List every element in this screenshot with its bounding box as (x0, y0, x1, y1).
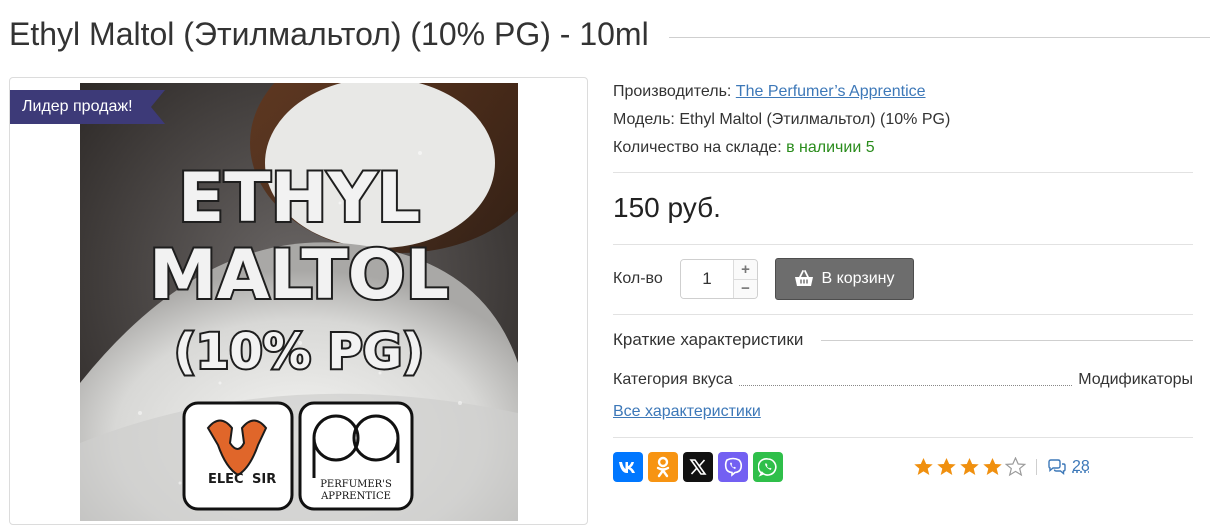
logo-left-text-b: SIR (252, 472, 276, 487)
share-viber-button[interactable] (718, 452, 748, 482)
share-whatsapp-button[interactable] (753, 452, 783, 482)
star-filled-icon (937, 458, 956, 475)
odnoklassniki-icon (656, 456, 670, 478)
rating-stars (913, 457, 1028, 477)
rating-separator (1036, 459, 1037, 475)
quantity-increase-button[interactable]: + (734, 260, 757, 280)
comments-icon (1048, 459, 1066, 475)
spec-name: Категория вкуса (613, 371, 733, 388)
spec-row: Категория вкуса Модификаторы (613, 369, 1193, 391)
product-price: 150 руб. (613, 192, 721, 223)
image-text-line2: MALTOL (149, 236, 449, 315)
share-vk-button[interactable] (613, 452, 643, 482)
logo-right-text-a: PERFUMER'S (320, 479, 392, 490)
product-info: Производитель: The Perfumer’s Apprentice… (613, 78, 1193, 162)
quantity-decrease-button[interactable]: − (734, 279, 757, 298)
quantity-input[interactable] (681, 260, 733, 298)
stock-row: Количество на складе: в наличии 5 (613, 134, 1193, 162)
model-label: Модель: (613, 111, 675, 128)
all-specs-link[interactable]: Все характеристики (613, 401, 761, 423)
specs-divider (821, 339, 1193, 341)
purchase-row: Кол-во + − В корзину (613, 258, 914, 300)
logo-left-text-a: ELEC (208, 472, 244, 487)
model-row: Модель: Ethyl Maltol (Этилмальтол) (10% … (613, 106, 1193, 134)
model-value: Ethyl Maltol (Этилмальтол) (10% PG) (679, 111, 951, 128)
star-filled-icon (983, 458, 1002, 475)
star-filled-icon (914, 458, 933, 475)
viber-icon (724, 457, 743, 477)
stock-value: в наличии 5 (786, 139, 875, 156)
product-image-box[interactable]: Лидер продаж! ETHYL MALTOL (10% PG) ELEC… (9, 77, 588, 525)
divider (613, 244, 1193, 245)
x-icon (689, 459, 707, 475)
reviews-count: 28 (1072, 458, 1090, 475)
reviews-link[interactable]: 28 (1047, 458, 1090, 476)
whatsapp-icon (758, 458, 777, 477)
add-to-cart-label: В корзину (821, 270, 895, 287)
spec-dots (738, 385, 1073, 386)
manufacturer-link[interactable]: The Perfumer’s Apprentice (736, 83, 926, 100)
divider (613, 172, 1193, 173)
star-filled-icon (960, 458, 979, 475)
image-text-line3: (10% PG) (174, 324, 424, 380)
star-empty-icon (1005, 457, 1026, 477)
share-buttons (613, 452, 783, 482)
page-title: Ethyl Maltol (Этилмальтол) (10% PG) - 10… (9, 16, 649, 52)
spec-value: Модификаторы (1078, 371, 1193, 388)
product-image[interactable]: ETHYL MALTOL (10% PG) ELEC SIR PERFUMER'… (80, 83, 518, 521)
share-ok-button[interactable] (648, 452, 678, 482)
bestseller-badge: Лидер продаж! (10, 90, 164, 124)
title-divider (668, 36, 1210, 38)
quantity-controls: + − (733, 260, 757, 298)
add-to-cart-button[interactable]: В корзину (775, 258, 914, 300)
basket-icon (795, 270, 814, 286)
divider (613, 437, 1193, 438)
specs-heading-row: Краткие характеристики (613, 330, 1193, 350)
manufacturer-label: Производитель: (613, 83, 732, 100)
share-x-button[interactable] (683, 452, 713, 482)
specs-heading: Краткие характеристики (613, 330, 804, 349)
manufacturer-row: Производитель: The Perfumer’s Apprentice (613, 78, 1193, 106)
rating: 28 (913, 454, 1090, 480)
quantity-label: Кол-во (613, 270, 663, 287)
logo-right-text-b: APPRENTICE (320, 491, 391, 502)
image-text-line1: ETHYL (178, 159, 420, 238)
stock-label: Количество на складе: (613, 139, 782, 156)
divider (613, 314, 1193, 315)
vk-icon (619, 462, 635, 473)
quantity-stepper: + − (680, 259, 758, 299)
title-row: Ethyl Maltol (Этилмальтол) (10% PG) - 10… (9, 14, 1210, 54)
